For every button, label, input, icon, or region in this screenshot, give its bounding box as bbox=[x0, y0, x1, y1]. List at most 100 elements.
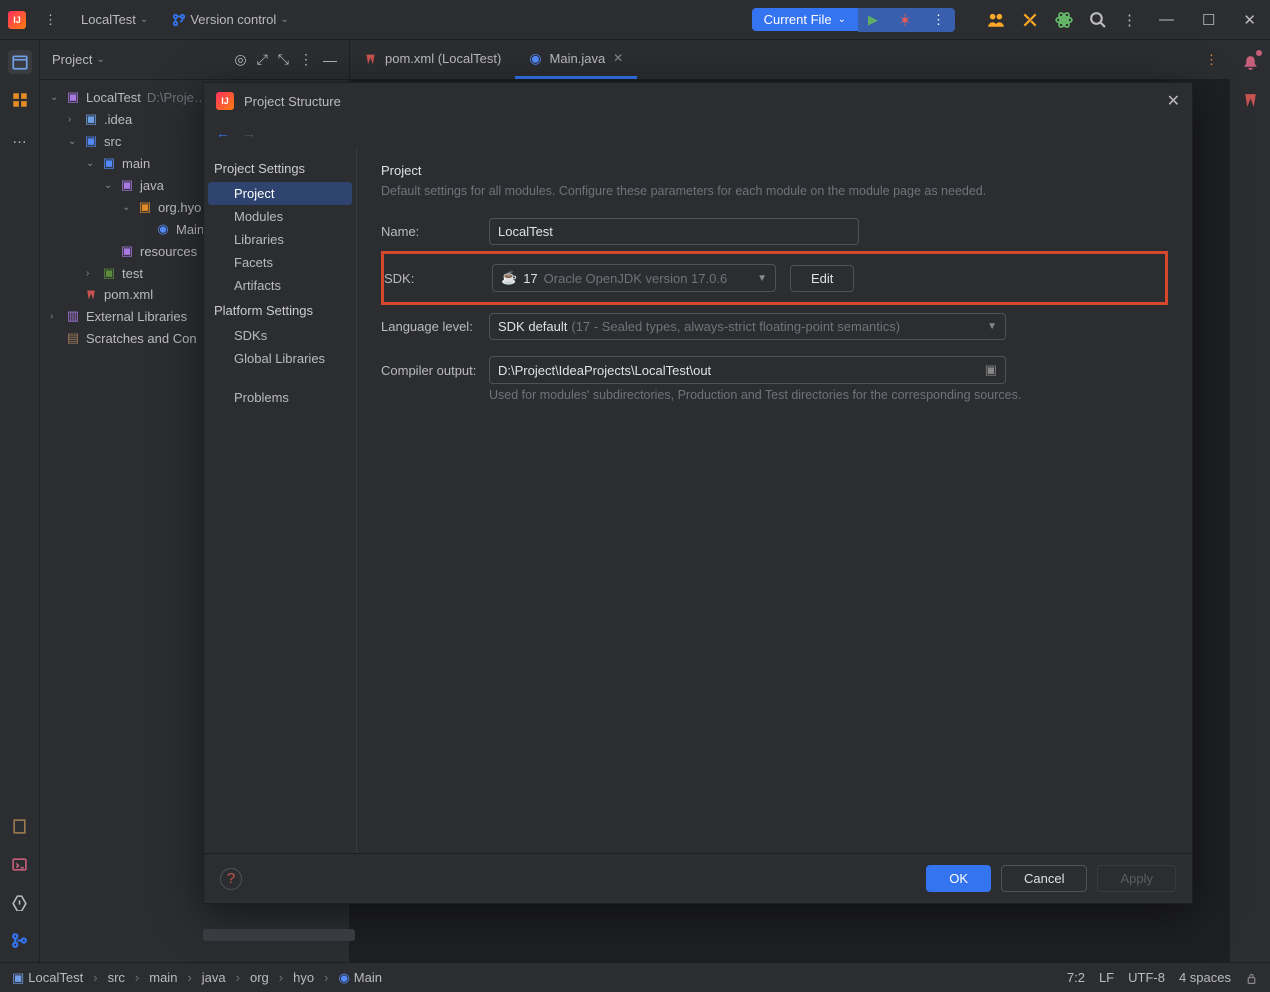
line-separator[interactable]: LF bbox=[1099, 970, 1114, 985]
tab-label: pom.xml (LocalTest) bbox=[385, 51, 501, 66]
compiler-output-hint: Used for modules' subdirectories, Produc… bbox=[489, 388, 1168, 402]
close-window-icon[interactable]: ✕ bbox=[1237, 11, 1262, 29]
cursor-position[interactable]: 7:2 bbox=[1067, 970, 1085, 985]
class-icon: ◉ bbox=[529, 50, 541, 67]
java-icon: ☕ bbox=[501, 270, 517, 286]
sidebar-heading: Project Settings bbox=[204, 155, 356, 182]
main-menu-icon[interactable]: ⋮ bbox=[38, 12, 63, 28]
maven-tool-button[interactable] bbox=[1238, 88, 1262, 112]
chevron-down-icon: ▼ bbox=[757, 273, 767, 284]
run-more-button[interactable]: ⋮ bbox=[922, 8, 955, 32]
search-icon[interactable] bbox=[1089, 11, 1106, 29]
chevron-down-icon: ⌄ bbox=[838, 14, 846, 25]
tab-label: Main.java bbox=[550, 51, 606, 66]
editor-tab-pom[interactable]: pom.xml (LocalTest) bbox=[350, 40, 515, 79]
ok-button[interactable]: OK bbox=[926, 865, 991, 892]
project-dropdown[interactable]: LocalTest ⌄ bbox=[75, 8, 154, 31]
sidebar-heading: Platform Settings bbox=[204, 297, 356, 324]
breadcrumb-sep: › bbox=[187, 970, 191, 985]
app-icon: IJ bbox=[216, 92, 234, 110]
project-panel-title[interactable]: Project ⌄ bbox=[52, 52, 105, 67]
sidebar-item-artifacts[interactable]: Artifacts bbox=[204, 274, 356, 297]
services-tool-button[interactable] bbox=[8, 88, 32, 112]
vcs-label: Version control bbox=[190, 12, 276, 27]
sidebar-item-facets[interactable]: Facets bbox=[204, 251, 356, 274]
sidebar-item-problems[interactable]: Problems bbox=[204, 386, 356, 409]
file-encoding[interactable]: UTF-8 bbox=[1128, 970, 1165, 985]
cancel-button[interactable]: Cancel bbox=[1001, 865, 1087, 892]
code-with-me-icon[interactable] bbox=[987, 10, 1005, 28]
ide-tools-icon[interactable] bbox=[1021, 10, 1039, 28]
sdk-desc: Oracle OpenJDK version 17.0.6 bbox=[544, 271, 728, 286]
collapse-all-icon[interactable]: ⤡ bbox=[278, 51, 289, 68]
editor-tabs-more-icon[interactable]: ⋮ bbox=[1193, 40, 1230, 79]
sidebar-item-libraries[interactable]: Libraries bbox=[204, 228, 356, 251]
indent-settings[interactable]: 4 spaces bbox=[1179, 970, 1231, 985]
run-button[interactable]: ▶ bbox=[858, 8, 888, 32]
sdk-highlight: SDK: ☕ 17 Oracle OpenJDK version 17.0.6 … bbox=[381, 251, 1168, 305]
nav-forward-button[interactable]: → bbox=[242, 125, 256, 141]
browse-folder-icon[interactable]: ▣ bbox=[985, 362, 997, 378]
help-button[interactable]: ? bbox=[220, 868, 242, 890]
more-tools-button[interactable]: … bbox=[8, 126, 32, 150]
sidebar-item-sdks[interactable]: SDKs bbox=[204, 324, 356, 347]
breadcrumb-sep: › bbox=[135, 970, 139, 985]
breadcrumb-item[interactable]: java bbox=[202, 970, 226, 985]
breadcrumb-item[interactable]: hyo bbox=[293, 970, 314, 985]
editor-tab-main[interactable]: ◉ Main.java ✕ bbox=[515, 40, 637, 79]
chevron-down-icon: ⌄ bbox=[140, 14, 148, 25]
breadcrumb-sep: › bbox=[324, 970, 328, 985]
git-tool-button[interactable] bbox=[8, 928, 32, 952]
expand-all-icon[interactable]: ⤢ bbox=[257, 51, 268, 68]
problems-tool-button[interactable] bbox=[8, 890, 32, 914]
lang-primary: SDK default bbox=[498, 319, 567, 334]
bookmarks-tool-button[interactable] bbox=[8, 814, 32, 838]
readonly-lock-icon[interactable] bbox=[1245, 970, 1258, 985]
chevron-down-icon: ⌄ bbox=[280, 14, 288, 25]
breadcrumb-item[interactable]: main bbox=[149, 970, 177, 985]
sdk-select[interactable]: ☕ 17 Oracle OpenJDK version 17.0.6 ▼ bbox=[492, 264, 776, 292]
branch-icon bbox=[172, 12, 186, 28]
breadcrumb-item[interactable]: org bbox=[250, 970, 269, 985]
content-heading: Project bbox=[381, 163, 1168, 178]
settings-icon[interactable]: ⋮ bbox=[1122, 11, 1137, 29]
chevron-down-icon: ▼ bbox=[987, 321, 997, 332]
notifications-button[interactable] bbox=[1238, 50, 1262, 74]
minimize-window-icon[interactable]: — bbox=[1153, 11, 1180, 28]
sidebar-item-project[interactable]: Project bbox=[208, 182, 352, 205]
breadcrumb-sep: › bbox=[93, 970, 97, 985]
ai-assistant-icon[interactable] bbox=[1055, 10, 1073, 28]
select-opened-file-icon[interactable]: ◎ bbox=[234, 51, 246, 68]
breadcrumb-item[interactable]: ▣ LocalTest bbox=[12, 970, 83, 986]
chevron-down-icon: ⌄ bbox=[96, 54, 104, 65]
project-name-input[interactable] bbox=[489, 218, 859, 245]
sdk-edit-button[interactable]: Edit bbox=[790, 265, 854, 292]
dialog-sidebar-scrollbar[interactable] bbox=[203, 929, 355, 941]
breadcrumb-sep: › bbox=[279, 970, 283, 985]
hide-panel-icon[interactable]: — bbox=[323, 52, 337, 68]
project-structure-dialog: IJ Project Structure ✕ ← → Project Setti… bbox=[203, 82, 1193, 904]
nav-back-button[interactable]: ← bbox=[216, 125, 230, 141]
name-label: Name: bbox=[381, 224, 489, 239]
breadcrumb-sep: › bbox=[236, 970, 240, 985]
compiler-output-input[interactable]: D:\Project\IdeaProjects\LocalTest\out ▣ bbox=[489, 356, 1006, 384]
run-config-button[interactable]: Current File ⌄ bbox=[752, 8, 858, 31]
breadcrumb-item[interactable]: src bbox=[108, 970, 125, 985]
terminal-tool-button[interactable] bbox=[8, 852, 32, 876]
dialog-close-button[interactable]: ✕ bbox=[1167, 91, 1180, 111]
debug-button[interactable] bbox=[888, 8, 922, 32]
app-icon: IJ bbox=[8, 11, 26, 29]
project-tool-button[interactable] bbox=[8, 50, 32, 74]
dialog-title: Project Structure bbox=[244, 94, 341, 109]
run-config-label: Current File bbox=[764, 12, 832, 27]
maven-icon bbox=[364, 50, 377, 66]
sidebar-item-modules[interactable]: Modules bbox=[204, 205, 356, 228]
vcs-dropdown[interactable]: Version control ⌄ bbox=[166, 8, 294, 32]
language-level-select[interactable]: SDK default (17 - Sealed types, always-s… bbox=[489, 313, 1006, 340]
sidebar-item-global-libraries[interactable]: Global Libraries bbox=[204, 347, 356, 370]
close-tab-icon[interactable]: ✕ bbox=[613, 51, 623, 65]
breadcrumb-item[interactable]: ◉ Main bbox=[338, 970, 382, 986]
maximize-window-icon[interactable]: ☐ bbox=[1196, 11, 1221, 29]
panel-options-icon[interactable]: ⋮ bbox=[299, 51, 313, 68]
sdk-label: SDK: bbox=[384, 271, 492, 286]
